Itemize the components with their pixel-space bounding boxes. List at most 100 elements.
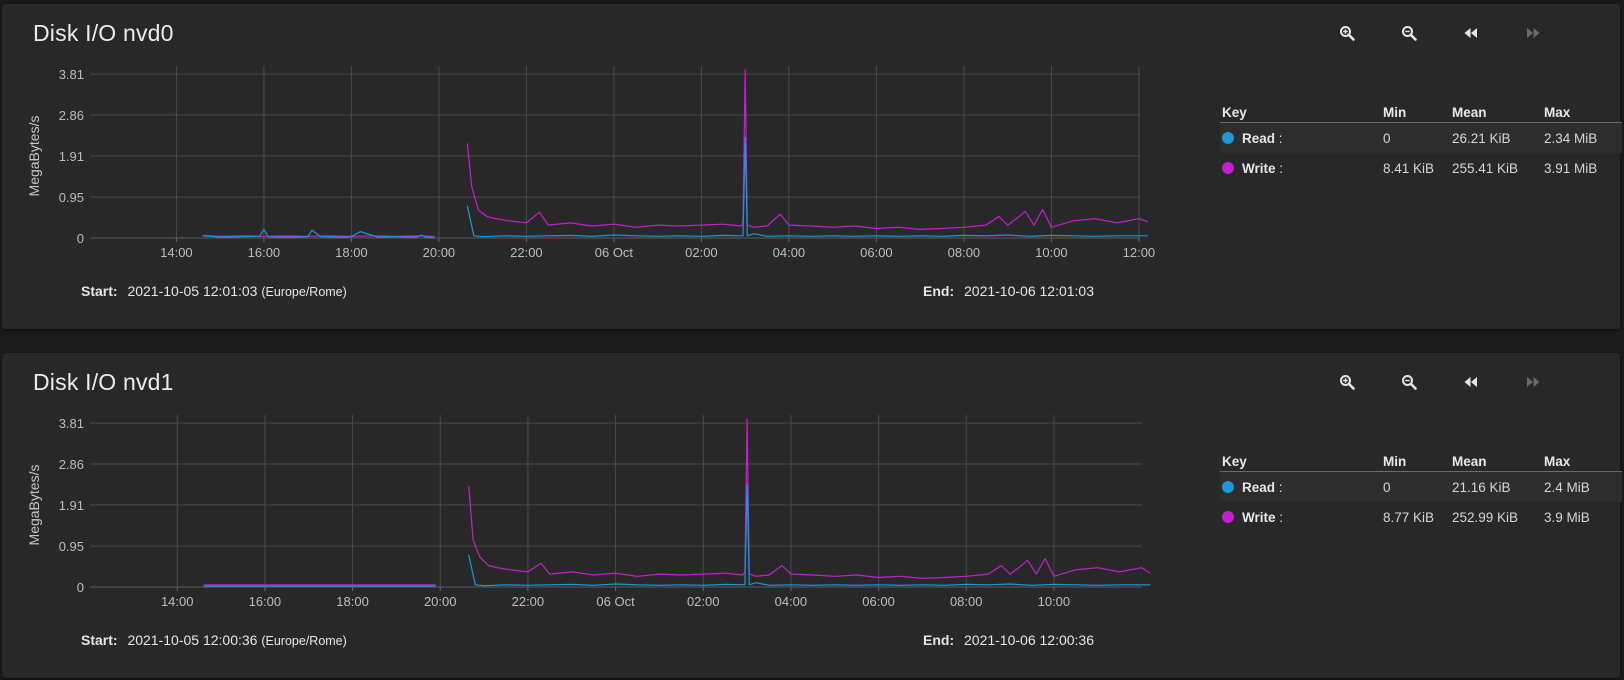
legend-row-write[interactable]: Write : 8.77 KiB 252.99 KiB 3.9 MiB (1220, 502, 1622, 532)
series-name: Read (1242, 131, 1276, 146)
fast-forward-icon (1527, 28, 1540, 38)
series-name: Read (1242, 480, 1276, 495)
series-line-write (203, 418, 1151, 586)
y-tick-label: 0 (77, 231, 84, 246)
chart-toolbar (1332, 20, 1592, 46)
fast-forward-icon (1527, 377, 1540, 387)
write-color-dot (1222, 162, 1234, 174)
zoom-in-icon (1340, 375, 1355, 390)
x-tick-label: 06 Oct (595, 245, 634, 260)
chart-card-nvd1: Disk I/O nvd1 0 0.95 1.91 2.86 3.81 14:0… (2, 353, 1622, 678)
start-value: 2021-10-05 12:00:36 (127, 632, 258, 648)
line-chart[interactable]: 0 0.95 1.91 2.86 3.81 14:00 16:00 18:00 20:00 22:… (2, 4, 1192, 279)
zoom-out-icon (1402, 375, 1417, 390)
x-tick-label: 06:00 (860, 245, 893, 260)
series-line-write (202, 69, 1148, 237)
legend-header-min: Min (1383, 454, 1407, 469)
series-name: Write (1242, 510, 1276, 525)
start-label: Start: (81, 632, 118, 648)
fast-forward-button[interactable] (1518, 20, 1548, 46)
zoom-in-icon (1340, 26, 1355, 41)
legend-min: 0 (1383, 480, 1391, 495)
x-tick-label: 16:00 (249, 594, 282, 609)
legend-mean: 21.16 KiB (1452, 480, 1511, 495)
legend-max: 2.34 MiB (1544, 131, 1598, 146)
x-tick-label: 04:00 (775, 594, 808, 609)
x-tick-label: 20:00 (424, 594, 457, 609)
legend-mean: 252.99 KiB (1452, 510, 1519, 525)
read-color-dot (1222, 132, 1234, 144)
x-tick-label: 18:00 (336, 594, 369, 609)
legend-table: Key Min Mean Max Read : 0 26.21 KiB 2.34… (1220, 100, 1622, 183)
x-tick-label: 10:00 (1038, 594, 1071, 609)
legend-header-key: Key (1222, 105, 1247, 120)
legend-header: Key Min Mean Max (1220, 449, 1622, 472)
series-sep: : (1278, 480, 1283, 495)
y-tick-label: 2.86 (59, 108, 84, 123)
x-tick-label: 12:00 (1123, 245, 1156, 260)
rewind-button[interactable] (1456, 369, 1486, 395)
legend-table: Key Min Mean Max Read : 0 21.16 KiB 2.4 … (1220, 449, 1622, 532)
read-color-dot (1222, 481, 1234, 493)
x-tick-label: 22:00 (512, 594, 545, 609)
range-start: Start: 2021-10-05 12:01:03 (Europe/Rome) (81, 283, 347, 299)
series-sep: : (1279, 161, 1284, 176)
y-tick-label: 3.81 (59, 416, 84, 431)
legend-row-read[interactable]: Read : 0 26.21 KiB 2.34 MiB (1220, 123, 1622, 153)
series-line-read (203, 483, 1151, 587)
x-tick-label: 22:00 (510, 245, 543, 260)
y-axis-label: MegaBytes/s (26, 116, 42, 197)
timezone: (Europe/Rome) (261, 285, 347, 299)
end-value: 2021-10-06 12:01:03 (964, 283, 1094, 299)
legend-key-write: Write : (1222, 161, 1283, 176)
start-value: 2021-10-05 12:01:03 (127, 283, 258, 299)
series-name: Write (1242, 161, 1276, 176)
legend-header: Key Min Mean Max (1220, 100, 1622, 123)
legend-min: 8.77 KiB (1383, 510, 1435, 525)
x-tick-label: 14:00 (160, 245, 193, 260)
start-label: Start: (81, 283, 118, 299)
end-label: End: (923, 632, 955, 648)
rewind-button[interactable] (1456, 20, 1486, 46)
y-axis-label: MegaBytes/s (26, 465, 42, 546)
end-value: 2021-10-06 12:00:36 (964, 632, 1094, 648)
legend-header-min: Min (1383, 105, 1407, 120)
legend-max: 3.91 MiB (1544, 161, 1598, 176)
legend-key-read: Read : (1222, 480, 1283, 495)
x-tick-label: 04:00 (773, 245, 806, 260)
x-tick-label: 02:00 (687, 594, 720, 609)
x-tick-label: 08:00 (950, 594, 983, 609)
x-tick-label: 14:00 (161, 594, 194, 609)
legend-header-mean: Mean (1452, 454, 1487, 469)
legend-row-write[interactable]: Write : 8.41 KiB 255.41 KiB 3.91 MiB (1220, 153, 1622, 183)
series-sep: : (1278, 131, 1283, 146)
line-chart[interactable]: 0 0.95 1.91 2.86 3.81 14:00 16:00 18:00 20:00 22:… (2, 353, 1192, 628)
chart-card-nvd0: Disk I/O nvd0 0 0.95 1.91 2.86 3.81 14:0… (2, 4, 1622, 329)
y-tick-label: 0 (77, 580, 84, 595)
legend-max: 2.4 MiB (1544, 480, 1590, 495)
fast-forward-button[interactable] (1518, 369, 1548, 395)
write-color-dot (1222, 511, 1234, 523)
legend-header-mean: Mean (1452, 105, 1487, 120)
zoom-out-button[interactable] (1394, 369, 1424, 395)
zoom-out-button[interactable] (1394, 20, 1424, 46)
legend-row-read[interactable]: Read : 0 21.16 KiB 2.4 MiB (1220, 472, 1622, 502)
zoom-in-button[interactable] (1332, 20, 1362, 46)
chart-toolbar (1332, 369, 1592, 395)
range-end: End: 2021-10-06 12:01:03 (923, 283, 1094, 299)
x-tick-label: 20:00 (423, 245, 456, 260)
series-sep: : (1279, 510, 1284, 525)
legend-header-key: Key (1222, 454, 1247, 469)
range-start: Start: 2021-10-05 12:00:36 (Europe/Rome) (81, 632, 347, 648)
x-tick-label: 06:00 (862, 594, 895, 609)
x-tick-label: 02:00 (685, 245, 718, 260)
y-tick-label: 1.91 (59, 498, 84, 513)
range-end: End: 2021-10-06 12:00:36 (923, 632, 1094, 648)
end-label: End: (923, 283, 955, 299)
zoom-out-icon (1402, 26, 1417, 41)
y-tick-label: 0.95 (59, 539, 84, 554)
legend-min: 8.41 KiB (1383, 161, 1435, 176)
legend-max: 3.9 MiB (1544, 510, 1590, 525)
zoom-in-button[interactable] (1332, 369, 1362, 395)
y-tick-label: 3.81 (59, 67, 84, 82)
